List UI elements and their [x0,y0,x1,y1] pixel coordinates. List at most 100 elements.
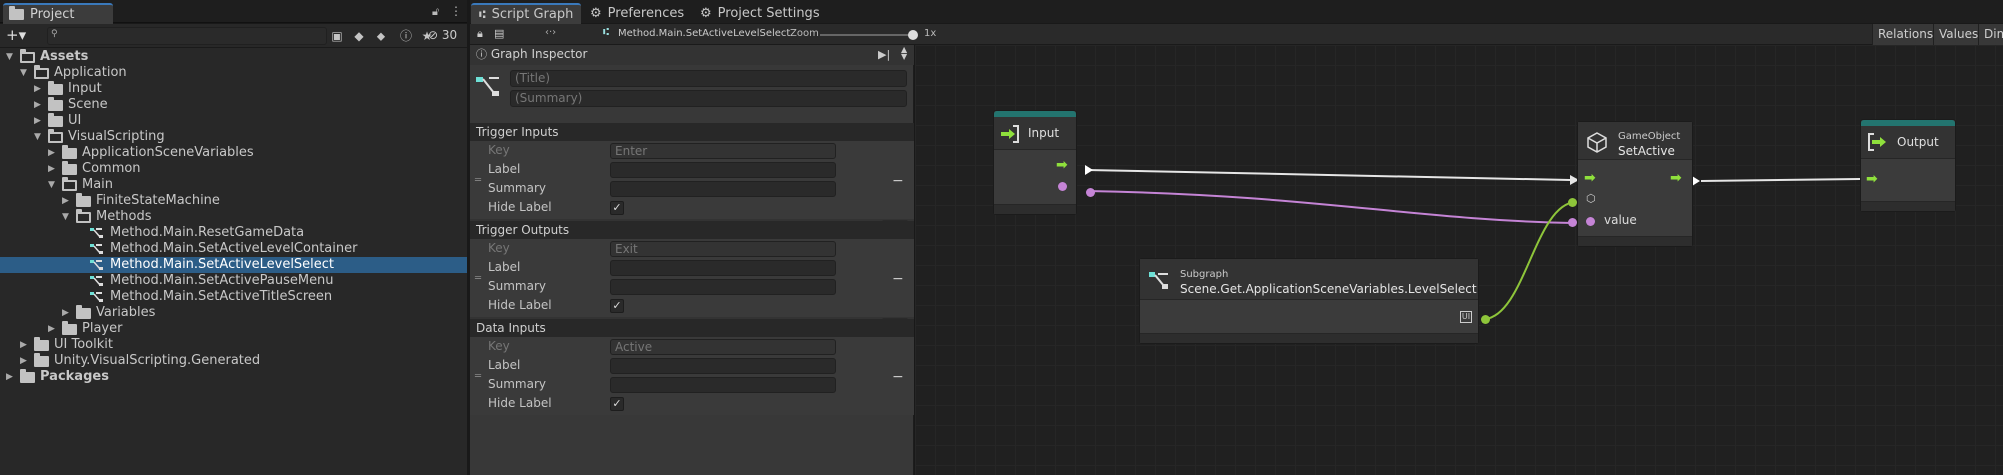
drag-handle-icon[interactable]: ═ [475,175,481,186]
collapsed-arrow-icon[interactable]: ▶ [6,369,13,385]
up-down-arrows-icon[interactable]: ▲ ▼ [901,46,907,61]
zoom-slider[interactable] [820,34,915,36]
input-node[interactable]: Input ➡ [993,110,1077,215]
tree-item-folder[interactable]: ▶ Player [0,321,467,337]
filter-by-label-icon[interactable]: ◆ [350,27,368,45]
graph-canvas[interactable]: Input ➡ GameObject SetActive ➡ ➡ ⬡ value… [915,45,2003,475]
value-port-dot[interactable] [1568,218,1577,227]
search-input[interactable]: ⚲ [47,27,327,45]
lock-icon[interactable]: 🔒︎ [477,27,483,41]
collapsed-arrow-icon[interactable]: ▶ [48,161,55,177]
gameobject-port-dot[interactable] [1568,198,1577,207]
hide-label-checkbox[interactable]: ✓ [610,397,624,411]
label-field[interactable] [610,260,836,276]
expanded-arrow-icon[interactable]: ▼ [20,65,27,81]
tree-item-folder[interactable]: ▶ FiniteStateMachine [0,193,467,209]
drag-handle-icon[interactable]: ═ [475,273,481,284]
tree-item-folder[interactable]: ▶ Packages [0,369,467,385]
create-button[interactable]: +▾ [6,26,26,44]
collapsed-arrow-icon[interactable]: ▶ [62,305,69,321]
data-output-port[interactable] [1058,182,1067,191]
tree-item-folder[interactable]: ▼ VisualScripting [0,129,467,145]
info-icon[interactable]: ⓘ [397,27,415,45]
tree-item-folder[interactable]: ▶ UI [0,113,467,129]
collapsed-arrow-icon[interactable]: ▶ [34,113,41,129]
tree-item-folder[interactable]: ▼ Methods [0,209,467,225]
section-header[interactable]: Trigger Outputs [470,221,914,239]
dim-button[interactable]: Dim [1978,24,2003,45]
tree-item-folder[interactable]: ▶ Scene [0,97,467,113]
remove-button[interactable]: − [892,369,904,385]
collapsed-arrow-icon[interactable]: ▶ [34,97,41,113]
tree-item-folder[interactable]: ▼ Assets [0,49,467,65]
collapsed-arrow-icon[interactable]: ▶ [20,337,27,353]
input-data-port-dot[interactable] [1086,188,1095,197]
values-button[interactable]: Values [1933,24,1984,45]
zoom-slider-handle[interactable] [908,30,918,40]
control-output-port[interactable]: ➡ [1670,170,1682,186]
gameobject-port-icon[interactable]: ⬡ [1586,192,1596,205]
label-field[interactable] [610,162,836,178]
tree-item-graph-asset[interactable]: Method.Main.SetActivePauseMenu [0,273,467,289]
label-field[interactable] [610,358,836,374]
control-output-port[interactable]: ➡ [1056,157,1068,173]
tree-item-folder[interactable]: ▶ ApplicationSceneVariables [0,145,467,161]
tree-item-graph-asset[interactable]: Method.Main.SetActiveLevelContainer [0,241,467,257]
code-icon[interactable]: ‹·› [545,27,556,38]
expanded-arrow-icon[interactable]: ▼ [48,177,55,193]
tree-item-folder[interactable]: ▼ Main [0,177,467,193]
tree-item-graph-asset[interactable]: Method.Main.SetActiveLevelSelect [0,257,467,273]
relations-button[interactable]: Relations [1872,24,1939,45]
tree-item-folder[interactable]: ▶ UI Toolkit [0,337,467,353]
output-node[interactable]: Output ➡ [1860,119,1956,212]
setactive-node[interactable]: GameObject SetActive ➡ ➡ ⬡ value [1577,121,1693,247]
control-input-port[interactable]: ➡ [1584,170,1596,186]
tree-item-folder[interactable]: ▶ Unity.VisualScripting.Generated [0,353,467,369]
expanded-arrow-icon[interactable]: ▼ [6,49,13,65]
tree-item-graph-asset[interactable]: Method.Main.SetActiveTitleScreen [0,289,467,305]
tree-item-folder[interactable]: ▼ Application [0,65,467,81]
inspector-toggle-icon[interactable]: ▤ [494,27,504,40]
expanded-arrow-icon[interactable]: ▼ [62,209,69,225]
tree-item-graph-asset[interactable]: Method.Main.ResetGameData [0,225,467,241]
breadcrumb[interactable]: Method.Main.SetActiveLevelSelect [618,28,790,39]
tab-preferences[interactable]: ⚙ Preferences [582,3,692,24]
ui-output-port-icon[interactable]: UI [1460,311,1472,323]
key-field[interactable]: Exit [610,241,836,257]
summary-field[interactable]: (Summary) [510,90,907,107]
summary-field[interactable] [610,377,836,393]
summary-field[interactable] [610,279,836,295]
subgraph-node[interactable]: Subgraph Scene.Get.ApplicationSceneVaria… [1139,258,1479,344]
value-input-port[interactable] [1586,217,1595,226]
section-header[interactable]: Trigger Inputs [470,123,914,141]
tab-script-graph[interactable]: ⑆ Script Graph [471,3,582,24]
remove-button[interactable]: − [892,173,904,189]
remove-button[interactable]: − [892,271,904,287]
tree-item-folder[interactable]: ▶ Input [0,81,467,97]
subgraph-output-dot[interactable] [1481,315,1490,324]
tab-project[interactable]: Project [3,3,113,24]
key-field[interactable]: Active [610,339,836,355]
collapsed-arrow-icon[interactable]: ▶ [62,193,69,209]
collapsed-arrow-icon[interactable]: ▶ [48,145,55,161]
tree-item-folder[interactable]: ▶ Common [0,161,467,177]
control-input-port[interactable]: ➡ [1866,171,1878,187]
search-by-type-icon[interactable]: ▣ [328,27,346,45]
expanded-arrow-icon[interactable]: ▼ [34,129,41,145]
lock-icon[interactable]: 🔓︎ [432,5,439,19]
hide-label-checkbox[interactable]: ✓ [610,299,624,313]
hide-label-checkbox[interactable]: ✓ [610,201,624,215]
collapsed-arrow-icon[interactable]: ▶ [34,81,41,97]
summary-field[interactable] [610,181,836,197]
collapsed-arrow-icon[interactable]: ▶ [20,353,27,369]
tab-project-settings[interactable]: ⚙ Project Settings [692,3,828,24]
drag-handle-icon[interactable]: ═ [475,371,481,382]
tag-icon[interactable]: ⬥ [372,27,390,45]
collapse-inspector-icon[interactable]: ▶| [878,48,890,61]
section-header[interactable]: Data Inputs [470,319,914,337]
title-field[interactable]: (Title) [510,70,907,87]
hidden-packages-toggle[interactable]: ⊘ 30 [428,28,457,42]
tree-item-folder[interactable]: ▶ Variables [0,305,467,321]
collapsed-arrow-icon[interactable]: ▶ [48,321,55,337]
key-field[interactable]: Enter [610,143,836,159]
